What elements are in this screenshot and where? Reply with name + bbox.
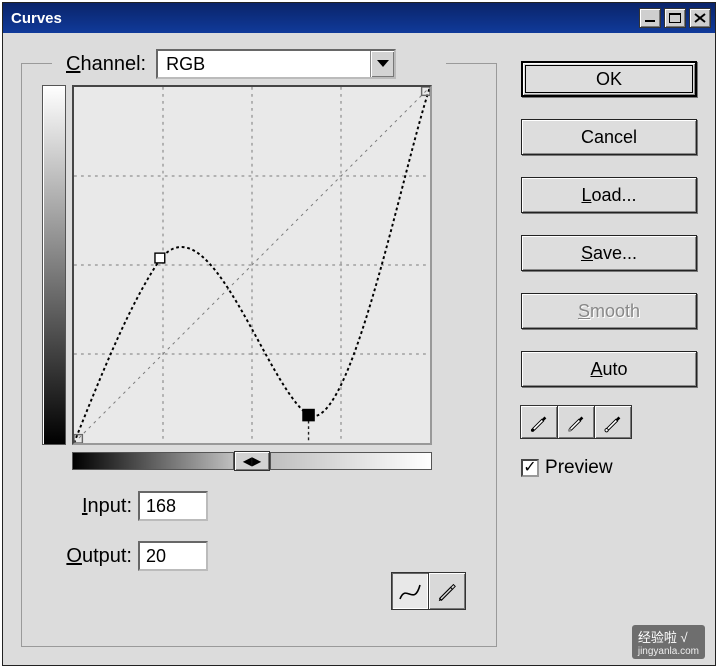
titlebar[interactable]: Curves <box>3 3 715 33</box>
curve-canvas[interactable] <box>72 85 432 445</box>
chevron-down-icon[interactable] <box>370 51 394 77</box>
output-label: Output: <box>42 545 132 568</box>
ok-button[interactable]: OK <box>521 61 697 97</box>
watermark: 经验啦 √ jingyanla.com <box>632 625 705 659</box>
smooth-button[interactable]: Smooth <box>521 293 697 329</box>
load-button[interactable]: Load... <box>521 177 697 213</box>
preview-checkbox[interactable]: ✓ <box>521 459 539 477</box>
hgrad-left <box>72 452 234 470</box>
curve-point[interactable] <box>155 253 165 263</box>
gray-point-eyedropper[interactable] <box>557 405 595 439</box>
white-point-eyedropper[interactable] <box>594 405 632 439</box>
button-column: OK Cancel Load... Save... Smooth Auto ✓ … <box>521 49 697 647</box>
black-point-eyedropper[interactable] <box>520 405 558 439</box>
curve-tool-button[interactable] <box>391 572 429 610</box>
save-button[interactable]: Save... <box>521 235 697 271</box>
minimize-button[interactable] <box>639 8 661 28</box>
window-title: Curves <box>11 10 62 27</box>
curve-point-selected[interactable] <box>303 409 314 420</box>
auto-button[interactable]: Auto <box>521 351 697 387</box>
channel-label: Channel: <box>66 53 146 76</box>
maximize-button[interactable] <box>664 8 686 28</box>
channel-value: RGB <box>158 54 370 75</box>
cancel-button[interactable]: Cancel <box>521 119 697 155</box>
curves-group: Channel: RGB <box>21 63 497 647</box>
output-field[interactable] <box>138 541 208 571</box>
client-area: Channel: RGB <box>3 33 715 665</box>
vertical-gradient <box>42 85 66 445</box>
channel-combo[interactable]: RGB <box>156 49 396 79</box>
close-button[interactable] <box>689 8 711 28</box>
input-label: Input: <box>42 495 132 518</box>
pencil-tool-button[interactable] <box>428 572 466 610</box>
hgrad-right <box>270 452 432 470</box>
horizontal-gradient[interactable]: ◀▶ <box>72 451 476 471</box>
input-field[interactable] <box>138 491 208 521</box>
curves-dialog: Curves Channel: RGB <box>2 2 716 666</box>
gradient-toggle[interactable]: ◀▶ <box>234 451 270 471</box>
preview-label: Preview <box>545 457 613 479</box>
